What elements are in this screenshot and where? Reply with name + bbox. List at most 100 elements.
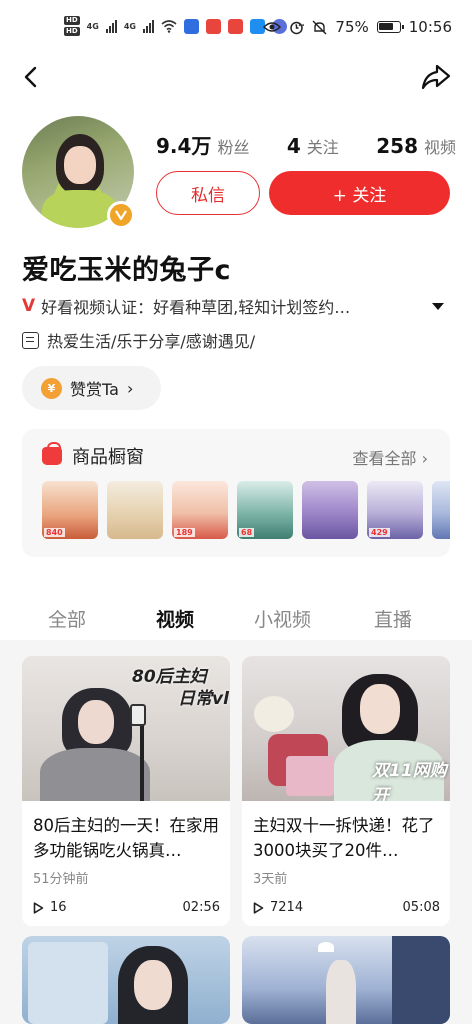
bio-row: 热爱生活/乐于分享/感谢遇见/	[22, 328, 255, 352]
status-right: 75% 10:56	[263, 18, 452, 36]
play-count: 7214	[270, 900, 304, 915]
cover-window	[392, 936, 450, 1024]
signal-icon	[105, 19, 117, 33]
battery-icon	[376, 21, 404, 33]
video-card-partial[interactable]	[242, 936, 450, 1024]
play-outline-icon	[253, 901, 264, 914]
tab-all[interactable]: 全部	[48, 605, 86, 632]
video-count: 258	[376, 134, 418, 158]
product-thumb[interactable]: 189	[172, 481, 228, 539]
cover-phone	[130, 704, 146, 726]
video-title: 80后主妇的一天！在家用多功能锅吃火锅真…	[33, 816, 219, 860]
back-arrow-icon[interactable]	[18, 63, 46, 91]
status-bar: HD HD 4G 4G ··· 75% 10:56	[0, 0, 472, 60]
video-label: 视频	[423, 138, 456, 157]
video-stat[interactable]: 258 视频	[376, 134, 456, 158]
product-price: 68	[239, 528, 255, 537]
video-time: 3天前	[253, 872, 288, 887]
app-notification-icon-2	[205, 18, 221, 34]
signal-icon-2	[142, 19, 154, 33]
fans-stat[interactable]: 9.4万 粉丝	[156, 130, 249, 159]
share-icon[interactable]	[420, 62, 452, 92]
cover-person	[326, 960, 356, 1024]
video-cover	[22, 936, 230, 1024]
shop-view-all-link[interactable]: 查看全部 ›	[353, 445, 429, 469]
follow-button[interactable]: + 关注	[269, 171, 450, 215]
cover-box	[286, 756, 334, 796]
cover-caption-1: 双11网购开	[372, 761, 447, 801]
video-card[interactable]: 80后主妇 日常vl 80后主妇的一天！在家用多功能锅吃火锅真… 51分钟前 1…	[22, 656, 230, 926]
following-label: 关注	[306, 138, 339, 157]
video-card[interactable]: 双11网购开 主妇双十一拆快递！花了3000块买了20件… 3天前 7214 0…	[242, 656, 450, 926]
video-duration: 05:08	[402, 900, 440, 915]
product-price: 840	[44, 528, 65, 537]
cert-text: 好看视频认证：好看种草团,轻知计划签约…	[41, 298, 351, 317]
app-notification-icon-1	[183, 18, 199, 34]
cover-flowers	[254, 696, 294, 732]
product-price: 429	[369, 528, 390, 537]
play-count: 16	[50, 900, 67, 915]
cover-face	[360, 684, 400, 734]
hd-badge-1: HD	[64, 16, 80, 25]
fans-label: 粉丝	[217, 138, 250, 157]
username: 爱吃玉米的兔子c	[22, 255, 232, 286]
shop-thumbnails: 840 189 68 429	[42, 481, 450, 539]
tab-live[interactable]: 直播	[374, 605, 412, 632]
tip-button[interactable]: ¥ 赞赏Ta ›	[22, 366, 161, 410]
expand-caret-icon[interactable]	[432, 302, 444, 310]
shop-title-text: 商品橱窗	[72, 447, 144, 468]
video-cover: 双11网购开	[242, 656, 450, 801]
video-time: 51分钟前	[33, 872, 89, 887]
product-thumb[interactable]	[302, 481, 358, 539]
play-outline-icon	[33, 901, 44, 914]
cover-caption-2: 日常vl	[178, 689, 229, 709]
video-duration: 02:56	[182, 900, 220, 915]
alarm-icon	[290, 21, 304, 34]
coin-icon: ¥	[41, 377, 62, 399]
tip-label: 赞赏Ta	[70, 380, 119, 399]
following-stat[interactable]: 4 关注	[287, 134, 339, 158]
clock: 10:56	[408, 18, 452, 36]
cover-body	[40, 748, 150, 801]
cover-face	[134, 960, 172, 1010]
network-label-1: 4G	[86, 21, 99, 31]
video-card-partial[interactable]	[22, 936, 230, 1024]
cover-clothes	[28, 942, 108, 1024]
network-label-2: 4G	[123, 21, 136, 31]
shop-window: 商品橱窗 查看全部 › 840 189 68 429	[22, 429, 450, 557]
profile-stats: 9.4万 粉丝 4 关注 258 视频	[156, 130, 456, 159]
mute-bell-icon	[312, 20, 327, 34]
video-title: 主妇双十一拆快递！花了3000块买了20件…	[253, 816, 435, 860]
cover-lamp	[318, 942, 334, 952]
product-thumb[interactable]	[432, 481, 450, 539]
cover-face	[78, 700, 114, 744]
app-notification-icon-3	[227, 18, 243, 34]
product-price: 189	[174, 528, 195, 537]
verified-badge-icon	[107, 201, 135, 229]
product-thumb[interactable]: 840	[42, 481, 98, 539]
certification-row[interactable]: V 好看视频认证：好看种草团,轻知计划签约…	[22, 294, 452, 318]
bio-text: 热爱生活/乐于分享/感谢遇见/	[47, 332, 256, 351]
bio-doc-icon	[22, 331, 39, 349]
wifi-icon	[161, 19, 177, 33]
fans-count: 9.4万	[156, 134, 212, 158]
product-thumb[interactable]: 429	[367, 481, 423, 539]
hd-indicator: HD HD	[64, 16, 80, 36]
product-thumb[interactable]	[107, 481, 163, 539]
eye-icon	[263, 22, 282, 32]
product-thumb[interactable]: 68	[237, 481, 293, 539]
hd-badge-2: HD	[64, 27, 80, 36]
cert-v-icon: V	[22, 296, 36, 316]
shop-title: 商品橱窗	[42, 442, 144, 469]
tab-videos[interactable]: 视频	[156, 605, 194, 632]
chevron-right-icon: ›	[126, 378, 134, 398]
video-cover	[242, 936, 450, 1024]
shopping-bag-icon	[42, 442, 62, 465]
video-plays: 16	[33, 900, 67, 915]
battery-percent: 75%	[335, 18, 369, 36]
content-tabs: 全部 视频 小视频 直播	[22, 605, 452, 637]
avatar-face	[64, 146, 96, 184]
tab-short-videos[interactable]: 小视频	[254, 605, 311, 632]
message-button[interactable]: 私信	[156, 171, 260, 215]
following-count: 4	[286, 134, 301, 158]
